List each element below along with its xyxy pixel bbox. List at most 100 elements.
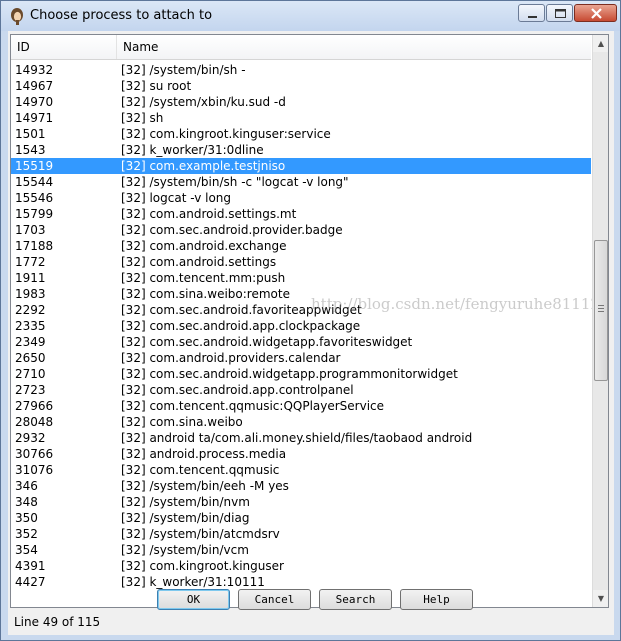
table-row[interactable]: 17188 [32] com.android.exchange	[11, 238, 591, 254]
process-id-cell: 348	[15, 495, 38, 509]
title-bar[interactable]: Choose process to attach to	[1, 1, 620, 31]
table-row[interactable]: 14971 [32] sh	[11, 110, 591, 126]
process-id-cell: 1983	[15, 287, 46, 301]
search-button[interactable]: Search	[319, 589, 392, 610]
process-id-cell: 15546	[15, 191, 54, 205]
process-name-cell: [32] com.android.settings	[121, 255, 277, 269]
process-name-cell: [32] com.android.providers.calendar	[121, 351, 341, 365]
table-row[interactable]: 354 [32] /system/bin/vcm	[11, 542, 591, 558]
close-icon	[591, 8, 602, 19]
process-name-cell: [32] com.sec.android.app.clockpackage	[121, 319, 361, 333]
table-row[interactable]: 2292 [32] com.sec.android.favoriteappwidg…	[11, 302, 591, 318]
table-row[interactable]: 2932 [32] android ta/com.ali.money.shield…	[11, 430, 591, 446]
table-row[interactable]: 2723 [32] com.sec.android.app.controlpane…	[11, 382, 591, 398]
process-id-cell: 2292	[15, 303, 46, 317]
process-name-cell: [32] /system/bin/sh -	[121, 63, 246, 77]
process-id-cell: 14932	[15, 63, 54, 77]
process-id-cell: 2335	[15, 319, 46, 333]
table-row[interactable]: 31076 [32] com.tencent.qqmusic	[11, 462, 591, 478]
table-row[interactable]: 27966 [32] com.tencent.qqmusic:QQPlayerSe…	[11, 398, 591, 414]
table-row[interactable]: 14970 [32] /system/xbin/ku.sud -d	[11, 94, 591, 110]
process-id-cell: 2932	[15, 431, 46, 445]
table-row[interactable]: 2710 [32] com.sec.android.widgetapp.progr…	[11, 366, 591, 382]
table-row[interactable]: 28048 [32] com.sina.weibo	[11, 414, 591, 430]
table-row[interactable]: 14932 [32] /system/bin/sh -	[11, 62, 591, 78]
scroll-up-arrow-icon[interactable]: ▲	[593, 35, 608, 52]
table-row[interactable]: 1983 [32] com.sina.weibo:remote	[11, 286, 591, 302]
process-name-cell: [32] k_worker/31:0dline	[121, 143, 264, 157]
process-name-cell: [32] com.android.settings.mt	[121, 207, 297, 221]
process-name-cell: [32] com.kingroot.kinguser:service	[121, 127, 331, 141]
process-list[interactable]: ID Name 14932 [32] /system/bin/sh - 14967 […	[10, 34, 609, 608]
process-id-cell: 15544	[15, 175, 54, 189]
table-row[interactable]: 1501 [32] com.kingroot.kinguser:service	[11, 126, 591, 142]
table-row[interactable]: 15799 [32] com.android.settings.mt	[11, 206, 591, 222]
cancel-button[interactable]: Cancel	[238, 589, 311, 610]
process-name-cell: [32] com.sina.weibo:remote	[121, 287, 290, 301]
process-id-cell: 15799	[15, 207, 54, 221]
process-id-cell: 15519	[15, 159, 54, 173]
table-row[interactable]: 1772 [32] com.android.settings	[11, 254, 591, 270]
process-id-cell: 2710	[15, 367, 46, 381]
minimize-button[interactable]	[518, 4, 545, 22]
table-row[interactable]: 352 [32] /system/bin/atcmdsrv	[11, 526, 591, 542]
process-id-cell: 346	[15, 479, 38, 493]
process-id-cell: 1703	[15, 223, 46, 237]
maximize-button[interactable]	[546, 4, 573, 22]
process-id-cell: 27966	[15, 399, 54, 413]
process-name-cell: [32] com.sec.android.provider.badge	[121, 223, 343, 237]
process-name-cell: [32] com.sina.weibo	[121, 415, 243, 429]
process-id-cell: 14971	[15, 111, 54, 125]
window-title: Choose process to attach to	[30, 8, 213, 23]
help-button[interactable]: Help	[400, 589, 473, 610]
column-header-id[interactable]: ID	[11, 35, 117, 59]
process-name-cell: [32] com.tencent.mm:push	[121, 271, 286, 285]
table-row[interactable]: 15544 [32] /system/bin/sh -c "logcat -v l…	[11, 174, 591, 190]
process-name-cell: [32] /system/bin/eeh -M yes	[121, 479, 289, 493]
close-button[interactable]	[574, 4, 617, 22]
process-name-cell: [32] /system/bin/sh -c "logcat -v long"	[121, 175, 349, 189]
process-id-cell: 14967	[15, 79, 54, 93]
table-row[interactable]: 348 [32] /system/bin/nvm	[11, 494, 591, 510]
table-row[interactable]: 1911 [32] com.tencent.mm:push	[11, 270, 591, 286]
table-row[interactable]: 14967 [32] su root	[11, 78, 591, 94]
grip-icon	[598, 305, 604, 312]
scroll-down-arrow-icon[interactable]: ▼	[593, 590, 608, 607]
table-row[interactable]: 4391 [32] com.kingroot.kinguser	[11, 558, 591, 574]
process-name-cell: [32] /system/bin/nvm	[121, 495, 250, 509]
process-id-cell: 2650	[15, 351, 46, 365]
table-row[interactable]: 350 [32] /system/bin/diag	[11, 510, 591, 526]
process-id-cell: 14970	[15, 95, 54, 109]
process-name-cell: [32] com.sec.android.widgetapp.programmo…	[121, 367, 458, 381]
process-name-cell: [32] com.example.testjniso	[121, 159, 286, 173]
table-row[interactable]: 2349 [32] com.sec.android.widgetapp.favor…	[11, 334, 591, 350]
column-header-name[interactable]: Name	[117, 35, 591, 59]
process-id-cell: 350	[15, 511, 38, 525]
vertical-scrollbar[interactable]: ▲ ▼	[592, 35, 608, 607]
table-row[interactable]: 30766 [32] android.process.media	[11, 446, 591, 462]
table-row[interactable]: 4427 [32] k_worker/31:10111	[11, 574, 591, 590]
process-name-cell: [32] android ta/com.ali.money.shield/fil…	[121, 431, 473, 445]
table-row[interactable]: 1543 [32] k_worker/31:0dline	[11, 142, 591, 158]
dialog-body: ID Name 14932 [32] /system/bin/sh - 14967 […	[8, 31, 614, 635]
process-name-cell: [32] su root	[121, 79, 192, 93]
process-id-cell: 2349	[15, 335, 46, 349]
process-id-cell: 352	[15, 527, 38, 541]
table-row[interactable]: 15519 [32] com.example.testjniso	[11, 158, 591, 174]
process-id-cell: 1772	[15, 255, 46, 269]
process-name-cell: [32] /system/bin/atcmdsrv	[121, 527, 280, 541]
process-name-cell: [32] /system/bin/diag	[121, 511, 250, 525]
scroll-thumb[interactable]	[594, 240, 608, 381]
minimize-icon	[528, 16, 537, 18]
table-row[interactable]: 2650 [32] com.android.providers.calendar	[11, 350, 591, 366]
table-row[interactable]: 1703 [32] com.sec.android.provider.badge	[11, 222, 591, 238]
table-row[interactable]: 2335 [32] com.sec.android.app.clockpackag…	[11, 318, 591, 334]
process-id-cell: 354	[15, 543, 38, 557]
ok-button[interactable]: OK	[157, 589, 230, 610]
process-rows: 14932 [32] /system/bin/sh - 14967 [32] su r…	[11, 62, 591, 607]
process-id-cell: 1911	[15, 271, 46, 285]
process-id-cell: 1543	[15, 143, 46, 157]
table-row[interactable]: 346 [32] /system/bin/eeh -M yes	[11, 478, 591, 494]
table-row[interactable]: 15546 [32] logcat -v long	[11, 190, 591, 206]
process-id-cell: 1501	[15, 127, 46, 141]
